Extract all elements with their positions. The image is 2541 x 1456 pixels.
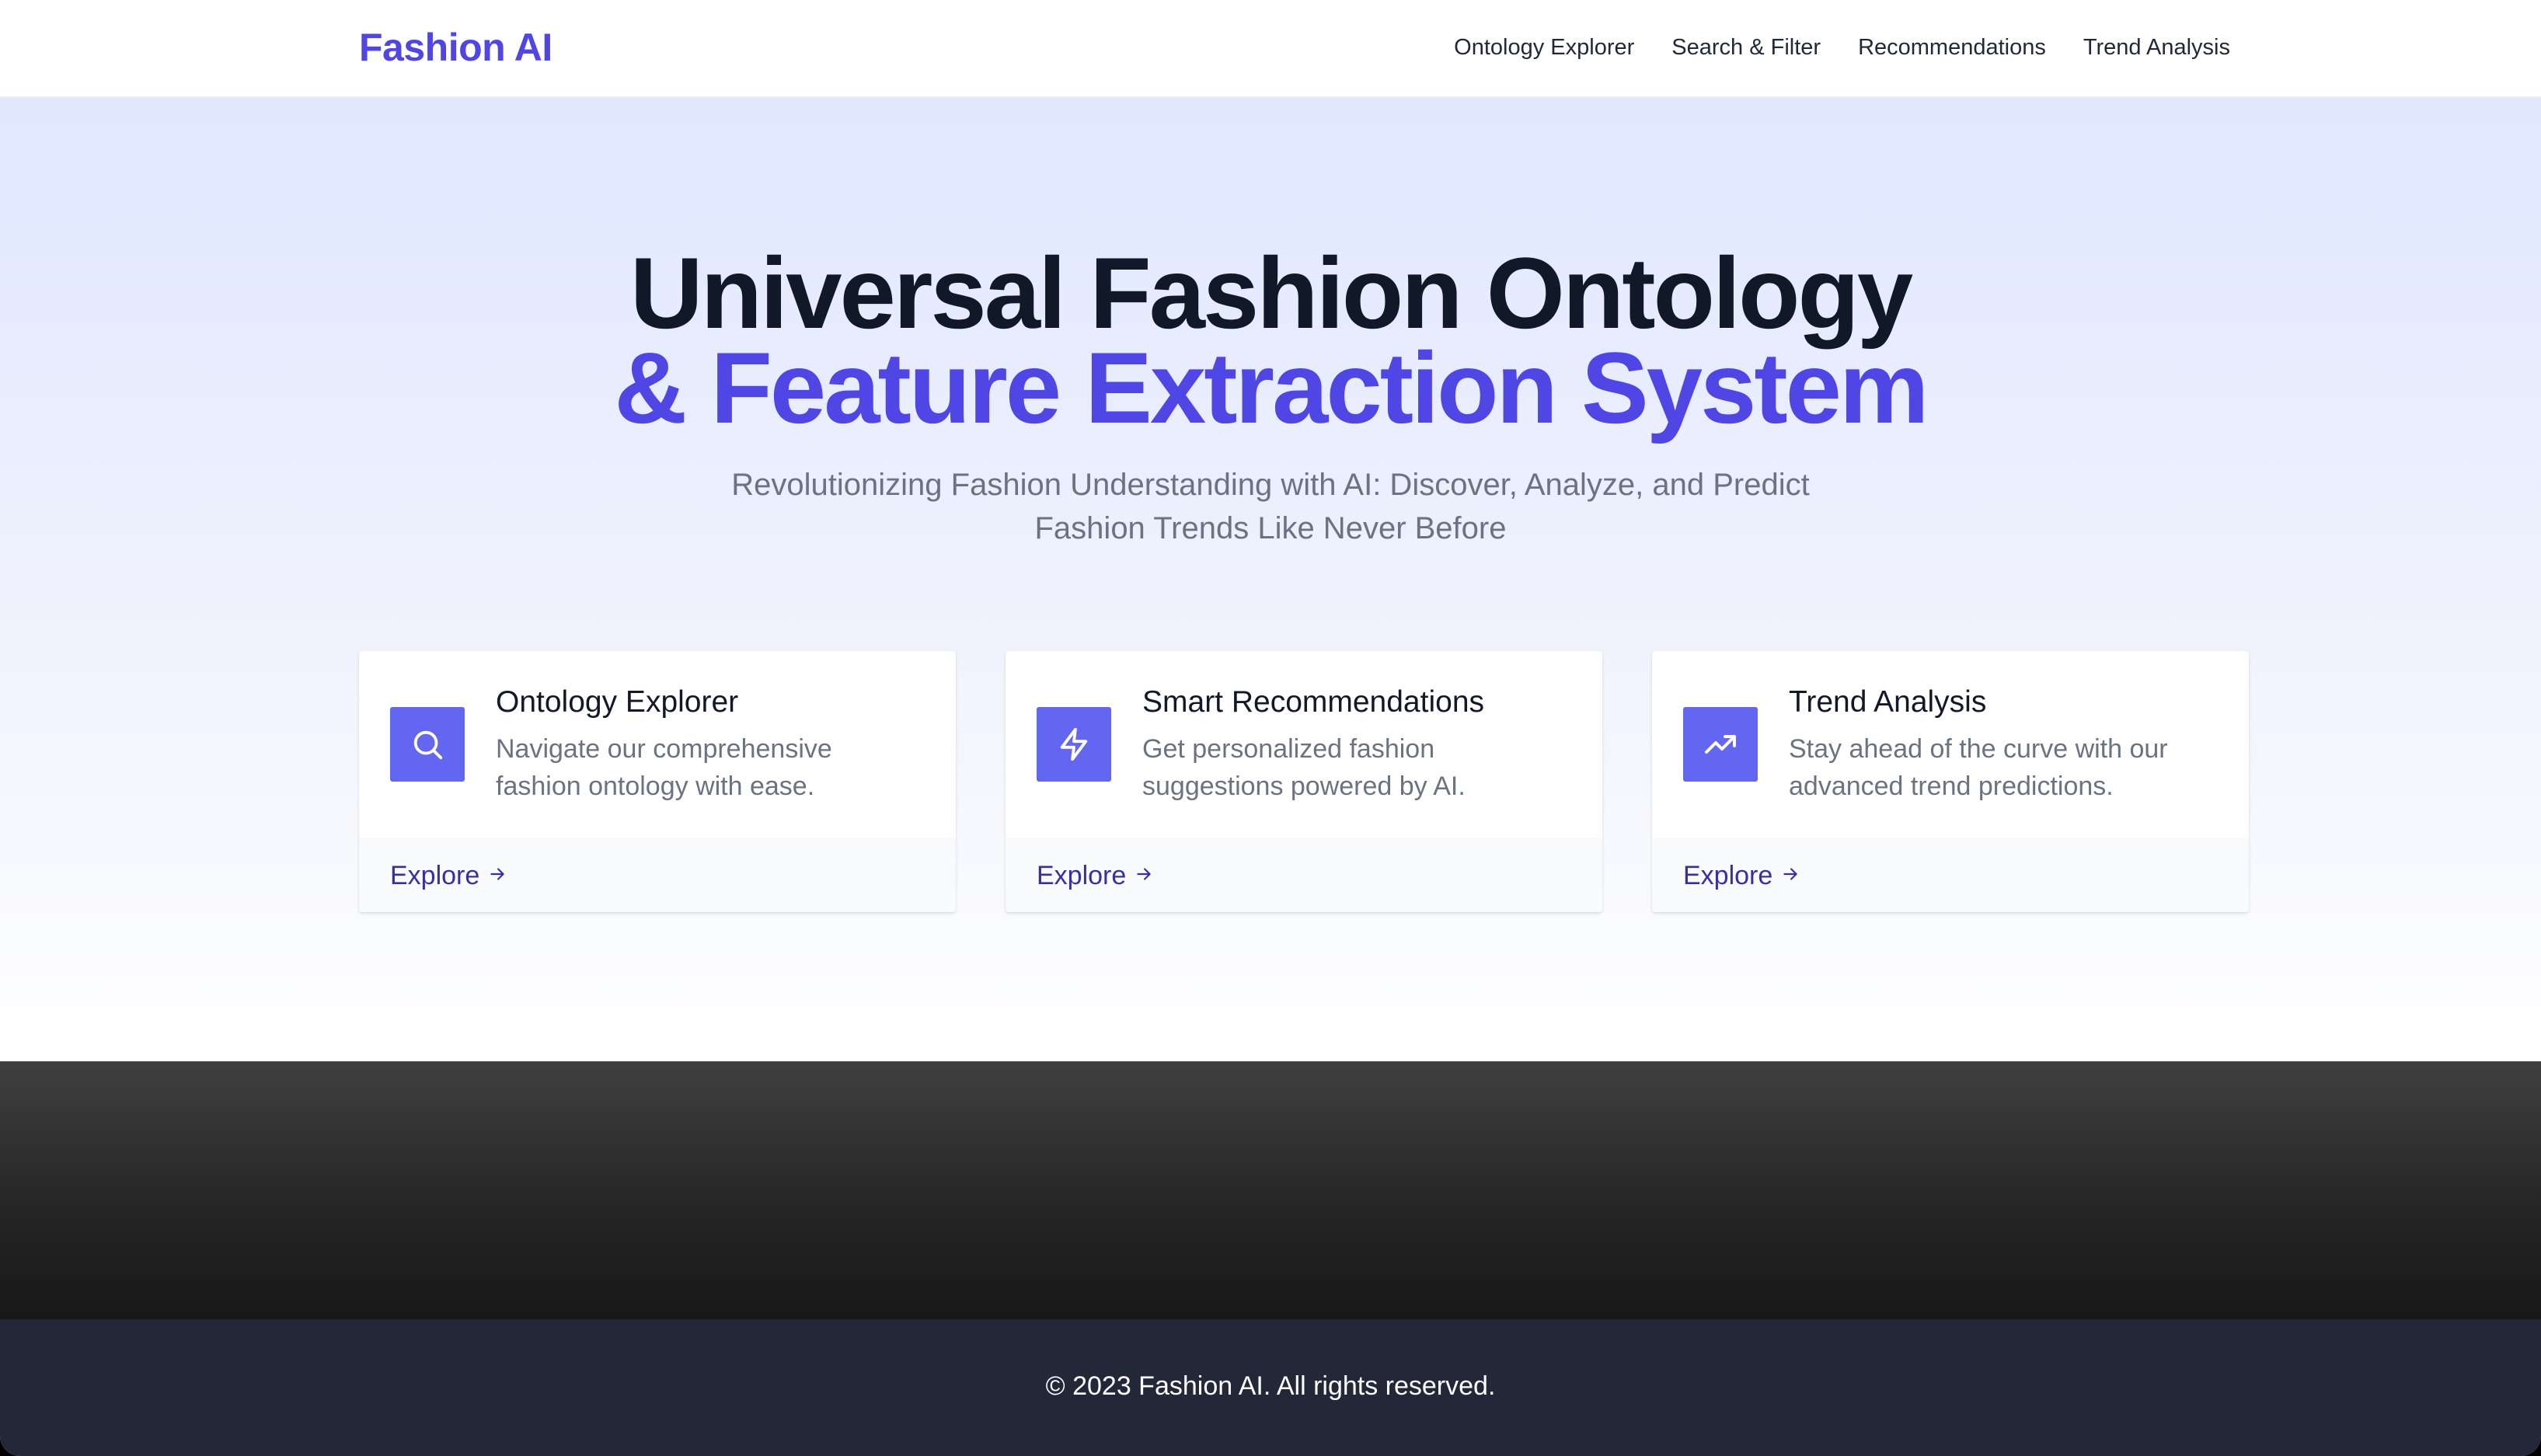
trending-up-icon xyxy=(1683,707,1758,782)
card-footer: Explore xyxy=(359,838,956,912)
card-description: Stay ahead of the curve with our advance… xyxy=(1789,734,2168,801)
card-footer: Explore xyxy=(1006,838,1602,912)
nav-link-recommendations[interactable]: Recommendations xyxy=(1858,31,2046,64)
nav-link-trend-analysis[interactable]: Trend Analysis xyxy=(2083,31,2230,64)
arrow-right-icon xyxy=(487,858,507,893)
card-footer: Explore xyxy=(1652,838,2249,912)
explore-link-label: Explore xyxy=(390,861,480,890)
brand-logo[interactable]: Fashion AI xyxy=(359,23,552,71)
nav-links: Ontology Explorer Search & Filter Recomm… xyxy=(1454,31,2230,64)
explore-link-label: Explore xyxy=(1683,861,1773,890)
search-icon xyxy=(390,707,465,782)
card-title: Trend Analysis xyxy=(1789,685,1987,719)
explore-link-trend-analysis[interactable]: Explore xyxy=(1683,858,1800,893)
feature-card-ontology-explorer: Ontology Explorer Navigate our comprehen… xyxy=(359,651,956,912)
hero-section: Universal Fashion Ontology & Feature Ext… xyxy=(0,98,2541,1061)
dark-gradient-band xyxy=(0,1061,2541,1319)
card-description: Navigate our comprehensive fashion ontol… xyxy=(496,734,832,801)
explore-link-smart-recommendations[interactable]: Explore xyxy=(1037,858,1154,893)
feature-card-smart-recommendations: Smart Recommendations Get personalized f… xyxy=(1006,651,1602,912)
card-title: Ontology Explorer xyxy=(496,685,739,719)
hero-subtitle: Revolutionizing Fashion Understanding wi… xyxy=(731,468,1810,545)
copyright-text: © 2023 Fashion AI. All rights reserved. xyxy=(1045,1371,1496,1401)
explore-link-label: Explore xyxy=(1037,861,1127,890)
lightning-icon xyxy=(1037,707,1111,782)
card-body: Smart Recommendations Get personalized f… xyxy=(1006,651,1602,838)
hero-title-line2: & Feature Extraction System xyxy=(614,331,1929,444)
nav-link-search-filter[interactable]: Search & Filter xyxy=(1671,31,1821,64)
card-title: Smart Recommendations xyxy=(1142,685,1485,719)
explore-link-ontology-explorer[interactable]: Explore xyxy=(390,858,507,893)
arrow-right-icon xyxy=(1134,858,1154,893)
page: Fashion AI Ontology Explorer Search & Fi… xyxy=(0,0,2541,1456)
arrow-right-icon xyxy=(1780,858,1800,893)
card-body: Trend Analysis Stay ahead of the curve w… xyxy=(1652,651,2249,838)
feature-card-trend-analysis: Trend Analysis Stay ahead of the curve w… xyxy=(1652,651,2249,912)
top-navbar: Fashion AI Ontology Explorer Search & Fi… xyxy=(0,0,2541,98)
hero-title-line1: Universal Fashion Ontology xyxy=(629,236,1913,350)
card-description: Get personalized fashion suggestions pow… xyxy=(1142,734,1466,801)
footer: © 2023 Fashion AI. All rights reserved. xyxy=(0,1319,2541,1456)
card-body: Ontology Explorer Navigate our comprehen… xyxy=(359,651,956,838)
hero-title: Universal Fashion Ontology & Feature Ext… xyxy=(0,236,2541,444)
nav-link-ontology-explorer[interactable]: Ontology Explorer xyxy=(1454,31,1634,64)
